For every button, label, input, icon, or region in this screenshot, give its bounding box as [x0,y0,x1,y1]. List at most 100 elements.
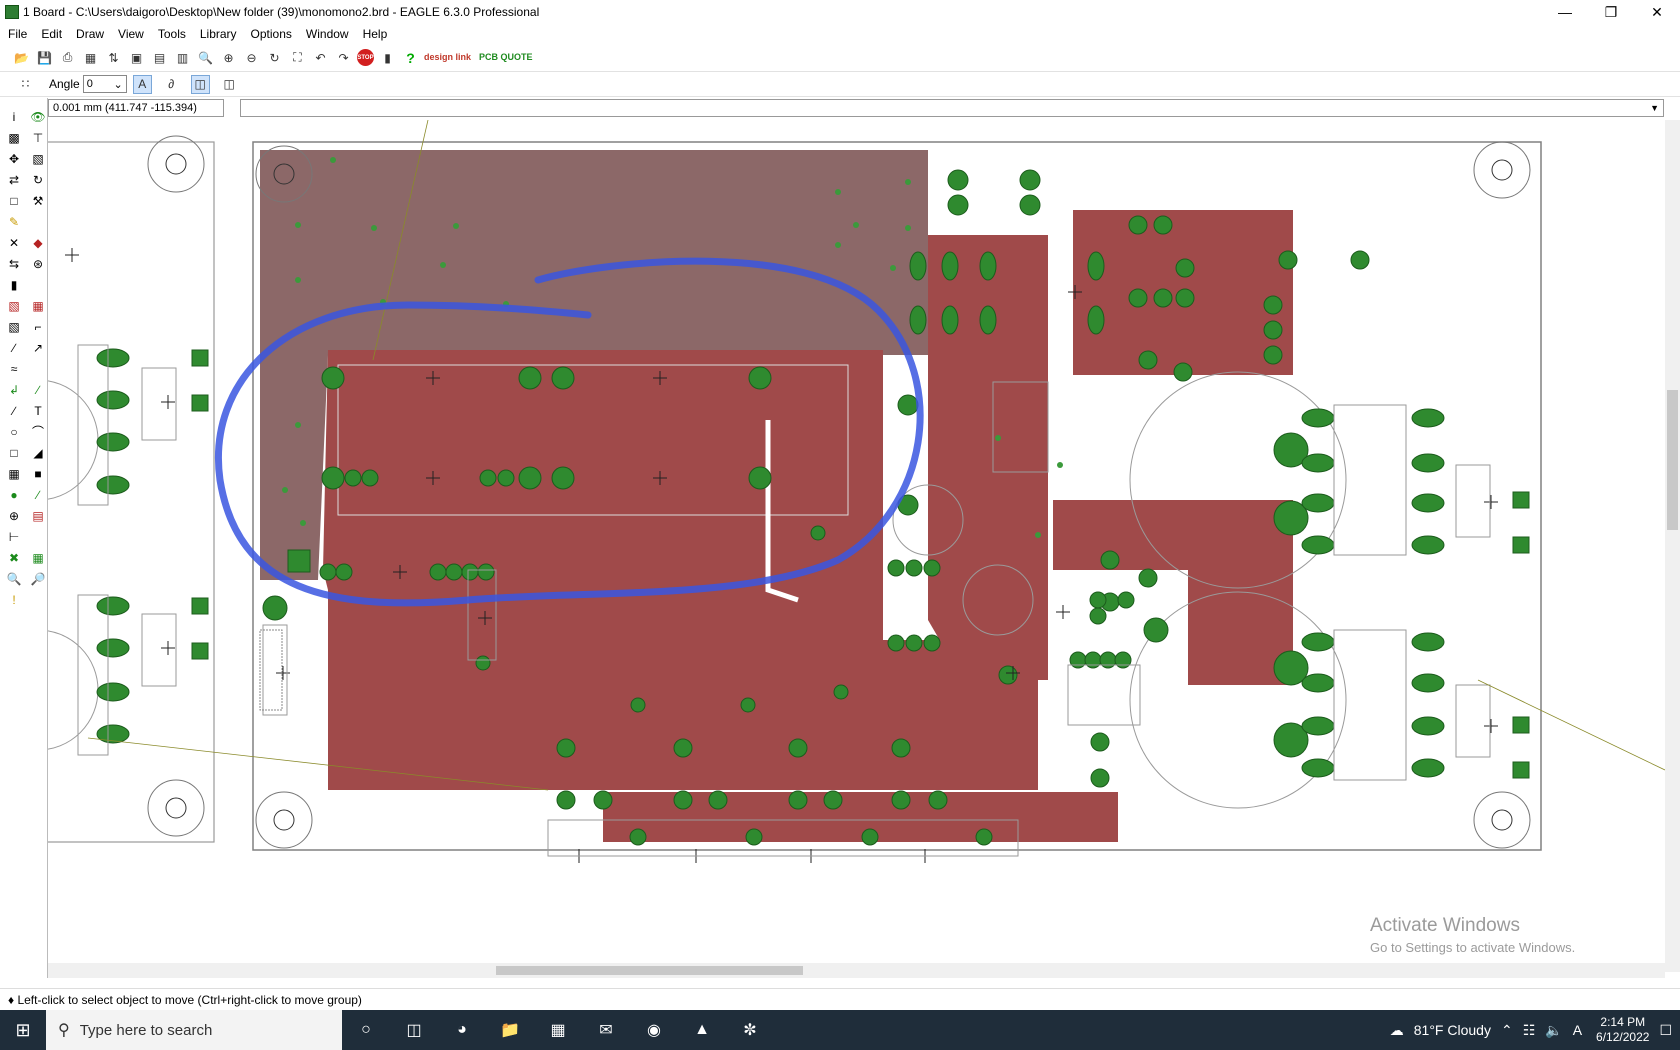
info-icon[interactable]: i [2,106,26,127]
group-icon[interactable]: □ [2,190,26,211]
ripup-icon[interactable]: ≈ [2,358,26,379]
ratsnest-icon[interactable]: ✖ [2,547,26,568]
weather-text[interactable]: 81°F Cloudy [1414,1022,1491,1038]
close-button[interactable]: ✕ [1634,0,1680,24]
copy-icon[interactable]: ▧ [26,148,50,169]
switch-schematic-icon[interactable]: ⇅ [104,48,123,67]
pcb-quote-logo[interactable]: PCB QUOTE [479,53,533,62]
menu-tools[interactable]: Tools [158,27,186,41]
line-icon[interactable]: ∕ [2,400,26,421]
replace-icon[interactable]: ⇆ [2,253,26,274]
network-icon[interactable]: ☷ [1523,1022,1536,1039]
windows-start-icon[interactable]: ⊞ [0,1010,46,1050]
command-input[interactable]: ▼ [240,99,1664,117]
library-icon[interactable]: ▣ [127,48,146,67]
help-icon[interactable]: ? [401,48,420,67]
rectangle-icon[interactable]: □ [2,442,26,463]
move-icon[interactable]: ✥ [2,148,26,169]
command-history-icon[interactable]: ▼ [1650,103,1659,113]
layout-icon[interactable]: ◫ [190,74,210,94]
value-icon[interactable] [26,274,50,295]
eagle-taskbar-icon[interactable]: ▲ [678,1010,726,1050]
wire-icon[interactable] [26,358,50,379]
menu-window[interactable]: Window [306,27,349,41]
stop-icon[interactable]: STOP [357,49,374,66]
task-view-icon[interactable]: ◫ [390,1010,438,1050]
text-icon[interactable]: T [26,400,50,421]
split-icon[interactable]: ▧ [2,316,26,337]
menu-options[interactable]: Options [251,27,292,41]
measure-icon[interactable]: ⊢ [2,526,26,547]
zoom-fit-icon[interactable]: 🔍 [196,48,215,67]
menu-view[interactable]: View [118,27,144,41]
polygon-icon[interactable]: ◢ [26,442,50,463]
signal-icon[interactable]: ↲ [2,379,26,400]
app-taskbar-icon[interactable]: ✼ [726,1010,774,1050]
lock-icon[interactable]: ⊛ [26,253,50,274]
via-icon[interactable]: ∕ [26,379,50,400]
fill-icon[interactable]: ■ [26,463,50,484]
ime-icon[interactable]: A [1573,1022,1582,1038]
tray-chevron-icon[interactable]: ⌃ [1501,1022,1513,1039]
drc-icon[interactable]: 🔎 [26,568,50,589]
cortana-icon[interactable]: ○ [342,1010,390,1050]
menu-file[interactable]: File [8,27,27,41]
menu-library[interactable]: Library [200,27,237,41]
meander-icon[interactable]: ∕ [2,337,26,358]
minimize-button[interactable]: — [1542,0,1588,24]
print-icon[interactable]: ⎙ [58,48,77,67]
mirror-text-icon[interactable]: ∂ [162,75,181,94]
mark-icon[interactable]: ⊤ [26,127,50,148]
zoom-select-icon[interactable]: ⛶ [288,48,307,67]
name-icon[interactable]: ▮ [2,274,26,295]
script-icon[interactable]: ▤ [150,48,169,67]
zoom-in-icon[interactable]: ⊕ [219,48,238,67]
chrome-icon[interactable]: ◉ [630,1010,678,1050]
zoom-out-icon[interactable]: ⊖ [242,48,261,67]
restore-button[interactable]: ❐ [1588,0,1634,24]
edge-icon[interactable]: ◕ [438,1010,486,1050]
autorouter-icon[interactable]: ▦ [26,547,50,568]
smash-icon[interactable]: ▧ [2,295,26,316]
add-icon[interactable]: ◆ [26,232,50,253]
hole-icon[interactable]: ● [2,484,26,505]
pcb-board-canvas[interactable] [48,120,1665,972]
cam-icon[interactable]: ▦ [81,48,100,67]
vertical-scroll-thumb[interactable] [1667,390,1678,530]
store-icon[interactable]: ▦ [534,1010,582,1050]
arc-icon[interactable]: ⌒ [26,421,50,442]
menu-edit[interactable]: Edit [41,27,62,41]
menu-help[interactable]: Help [363,27,388,41]
volume-icon[interactable]: 🔈 [1545,1022,1562,1039]
undo-icon[interactable]: ↶ [311,48,330,67]
horizontal-scrollbar[interactable] [48,963,1665,978]
angle-select[interactable]: 0 ⌄ [82,75,127,93]
miter-icon[interactable]: ▦ [26,295,50,316]
redo-icon[interactable]: ↷ [334,48,353,67]
notifications-icon[interactable]: ☐ [1659,1022,1672,1039]
horizontal-scroll-thumb[interactable] [496,966,803,975]
optimize-icon[interactable]: ⌐ [26,316,50,337]
go-icon[interactable]: ▮ [378,48,397,67]
mail-icon[interactable]: ✉ [582,1010,630,1050]
errors-icon[interactable]: ! [2,589,26,610]
pad-icon[interactable]: ∕ [26,484,50,505]
taskbar-search-box[interactable]: ⚲ Type here to search [46,1010,342,1050]
attribute-icon[interactable]: ⊕ [2,505,26,526]
text-rotate-icon[interactable]: A [132,74,152,94]
save-icon[interactable]: 💾 [35,48,54,67]
hatch-icon[interactable]: ▦ [2,463,26,484]
weather-icon[interactable]: ☁ [1390,1022,1404,1039]
ulp-icon[interactable]: ▥ [173,48,192,67]
circle-icon[interactable]: ○ [2,421,26,442]
layer-icon[interactable]: ◫ [220,75,239,94]
redraw-icon[interactable]: ↻ [265,48,284,67]
route-icon[interactable]: ↗ [26,337,50,358]
design-link-logo[interactable]: design link [424,53,471,62]
rotate-icon[interactable]: ↻ [26,169,50,190]
cut-icon[interactable]: ✕ [2,232,26,253]
taskbar-clock[interactable]: 2:14 PM 6/12/2022 [1596,1015,1649,1045]
vertical-scrollbar[interactable] [1665,120,1680,972]
change-icon[interactable]: ⚒ [26,190,50,211]
delete-icon[interactable] [26,211,50,232]
